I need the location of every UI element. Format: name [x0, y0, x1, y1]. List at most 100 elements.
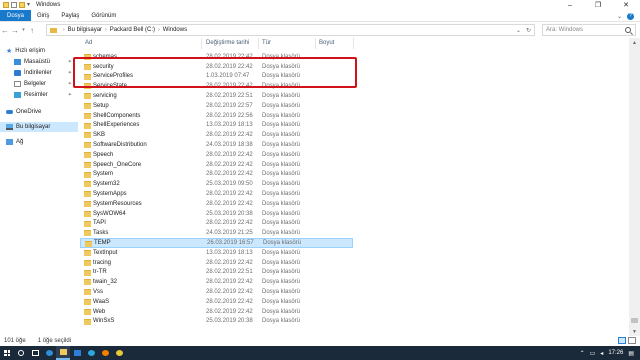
- nav-item-documents[interactable]: Belgeler ✦: [0, 79, 78, 89]
- column-header-type[interactable]: Tür: [262, 40, 271, 46]
- table-row[interactable]: SKB 28.02.2019 22:42 Dosya klasörü: [80, 130, 353, 140]
- taskbar-app-explorer[interactable]: [56, 346, 70, 360]
- scrollbar-thumb[interactable]: [631, 318, 638, 323]
- nav-item-pictures[interactable]: Resimler ✦: [0, 90, 78, 100]
- help-icon[interactable]: ?: [627, 12, 634, 20]
- nav-item-network[interactable]: Ağ: [0, 137, 78, 147]
- network-status-icon[interactable]: ▭: [590, 350, 596, 357]
- vertical-scrollbar[interactable]: ▲ ▼: [629, 38, 640, 336]
- table-row[interactable]: Speech 28.02.2019 22:42 Dosya klasörü: [80, 150, 353, 160]
- table-row[interactable]: WaaS 28.02.2019 22:42 Dosya klasörü: [80, 297, 353, 307]
- file-name: ShellExperiences: [93, 122, 140, 129]
- properties-icon[interactable]: [11, 2, 17, 8]
- column-divider[interactable]: [315, 38, 316, 49]
- tab-home[interactable]: Giriş: [31, 10, 55, 21]
- volume-icon[interactable]: ◂: [600, 350, 603, 357]
- file-type: Dosya klasörü: [262, 112, 301, 119]
- file-date: 28.02.2019 22:42: [206, 220, 253, 227]
- column-header-name[interactable]: Ad: [85, 40, 92, 46]
- table-row[interactable]: Setup 28.02.2019 22:57 Dosya klasörü: [80, 101, 353, 111]
- table-row[interactable]: SoftwareDistribution 24.03.2019 18:38 Dosy…: [80, 140, 353, 150]
- chevron-right-icon[interactable]: ›: [105, 27, 107, 33]
- show-hidden-icons-button[interactable]: ⌃: [580, 350, 585, 357]
- table-row[interactable]: TEMP 26.03.2019 16:57 Dosya klasörü: [80, 238, 353, 248]
- nav-item-desktop[interactable]: Masaüstü ✦: [0, 57, 78, 67]
- scroll-up-icon[interactable]: ▲: [629, 38, 640, 47]
- table-row[interactable]: Vss 28.02.2019 22:42 Dosya klasörü: [80, 287, 353, 297]
- table-row[interactable]: Web 28.02.2019 22:42 Dosya klasörü: [80, 307, 353, 317]
- minimize-button[interactable]: –: [556, 0, 584, 10]
- column-divider[interactable]: [201, 38, 202, 49]
- breadcrumb-this-pc[interactable]: Bu bilgisayar: [68, 27, 102, 33]
- file-name: tracing: [93, 259, 112, 266]
- folder-icon: [84, 308, 91, 315]
- table-row[interactable]: System32 25.03.2019 09:50 Dosya klasörü: [80, 179, 353, 189]
- column-divider[interactable]: [258, 38, 259, 49]
- table-row[interactable]: Tasks 24.03.2019 21:25 Dosya klasörü: [80, 228, 353, 238]
- chevron-right-icon[interactable]: ›: [158, 27, 160, 33]
- table-row[interactable]: tr-TR 28.02.2019 22:51 Dosya klasörü: [80, 268, 353, 278]
- taskbar-app-skype[interactable]: [84, 346, 98, 360]
- nav-item-onedrive[interactable]: OneDrive: [0, 107, 78, 117]
- table-row[interactable]: Speech_OneCore 28.02.2019 22:42 Dosya klas…: [80, 160, 353, 170]
- nav-item-this-pc[interactable]: Bu bilgisayar: [0, 122, 78, 132]
- table-row[interactable]: TextInput 13.03.2019 18:13 Dosya klasörü: [80, 248, 353, 258]
- tab-view[interactable]: Görünüm: [85, 10, 122, 21]
- expand-ribbon-button[interactable]: ⌄: [617, 13, 622, 20]
- forward-button[interactable]: →: [10, 24, 20, 36]
- large-icons-view-icon[interactable]: [628, 337, 636, 344]
- address-bar[interactable]: › Bu bilgisayar › Packard Bell (C:) › Wi…: [46, 24, 535, 36]
- table-row[interactable]: WinSxS 25.03.2019 20:38 Dosya klasörü: [80, 317, 353, 327]
- start-button[interactable]: [0, 346, 14, 360]
- table-row[interactable]: System 28.02.2019 22:42 Dosya klasörü: [80, 170, 353, 180]
- table-row[interactable]: ShellExperiences 13.03.2019 18:13 Dosya kl…: [80, 121, 353, 131]
- customize-toolbar-icon[interactable]: ▾: [27, 2, 30, 8]
- new-folder-icon[interactable]: [19, 2, 25, 8]
- clock[interactable]: 17:26: [608, 350, 623, 356]
- nav-item-downloads[interactable]: İndirilenler ✦: [0, 68, 78, 78]
- up-button[interactable]: ↑: [27, 24, 37, 36]
- notifications-icon[interactable]: ▤: [628, 350, 634, 357]
- column-divider[interactable]: [353, 38, 354, 49]
- table-row[interactable]: SysWOW64 25.03.2019 20:38 Dosya klasörü: [80, 209, 353, 219]
- taskbar-app-chrome[interactable]: [112, 346, 126, 360]
- maximize-button[interactable]: ❐: [584, 0, 612, 10]
- address-history-button[interactable]: ⌄: [516, 27, 521, 34]
- taskbar-app-edge[interactable]: [42, 346, 56, 360]
- scroll-down-icon[interactable]: ▼: [629, 327, 640, 336]
- table-row[interactable]: SystemResources 28.02.2019 22:42 Dosya kla…: [80, 199, 353, 209]
- breadcrumb-windows[interactable]: Windows: [163, 27, 187, 33]
- column-header-date[interactable]: Değiştirme tarihi: [206, 40, 249, 46]
- table-row[interactable]: TAPI 28.02.2019 22:42 Dosya klasörü: [80, 219, 353, 229]
- system-tray: ⌃ ▭ ◂ 17:26 ▤: [580, 346, 634, 360]
- taskbar-app-media[interactable]: [98, 346, 112, 360]
- table-row[interactable]: SystemApps 28.02.2019 22:42 Dosya klasörü: [80, 189, 353, 199]
- column-header-size[interactable]: Boyut: [319, 40, 334, 46]
- folder-icon: [84, 103, 91, 109]
- navigation-pane: ★ Hızlı erişim Masaüstü ✦ İndirilenler ✦…: [0, 40, 78, 336]
- breadcrumb-drive[interactable]: Packard Bell (C:): [110, 27, 155, 33]
- nav-item-label: Hızlı erişim: [15, 48, 45, 54]
- back-button[interactable]: ←: [0, 24, 10, 36]
- recent-locations-button[interactable]: ▾: [20, 24, 27, 36]
- details-view-icon[interactable]: [618, 337, 626, 344]
- file-name: TextInput: [93, 249, 118, 256]
- table-row[interactable]: ShellComponents 28.02.2019 22:56 Dosya kla…: [80, 111, 353, 121]
- table-row[interactable]: tracing 28.02.2019 22:42 Dosya klasörü: [80, 258, 353, 268]
- taskbar-app-store[interactable]: [70, 346, 84, 360]
- nav-item-quick-access[interactable]: ★ Hızlı erişim: [0, 46, 78, 56]
- refresh-button[interactable]: ↻: [526, 27, 531, 34]
- folder-icon: [84, 122, 91, 129]
- navigation-row: ← → ▾ ↑ › Bu bilgisayar › Packard Bell (…: [0, 22, 640, 38]
- table-row[interactable]: twain_32 28.02.2019 22:42 Dosya klasörü: [80, 277, 353, 287]
- file-type: Dosya klasörü: [262, 230, 301, 237]
- taskbar-search-button[interactable]: [14, 346, 28, 360]
- quick-access-toolbar: ▾: [0, 2, 30, 8]
- search-input[interactable]: Ara: Windows: [542, 24, 636, 36]
- table-row[interactable]: servicing 28.02.2019 22:51 Dosya klasörü: [80, 91, 353, 101]
- tab-file[interactable]: Dosya: [0, 10, 32, 21]
- chevron-right-icon[interactable]: ›: [63, 27, 65, 33]
- close-button[interactable]: ✕: [612, 0, 640, 10]
- tab-share[interactable]: Paylaş: [55, 10, 85, 21]
- task-view-button[interactable]: [28, 346, 42, 360]
